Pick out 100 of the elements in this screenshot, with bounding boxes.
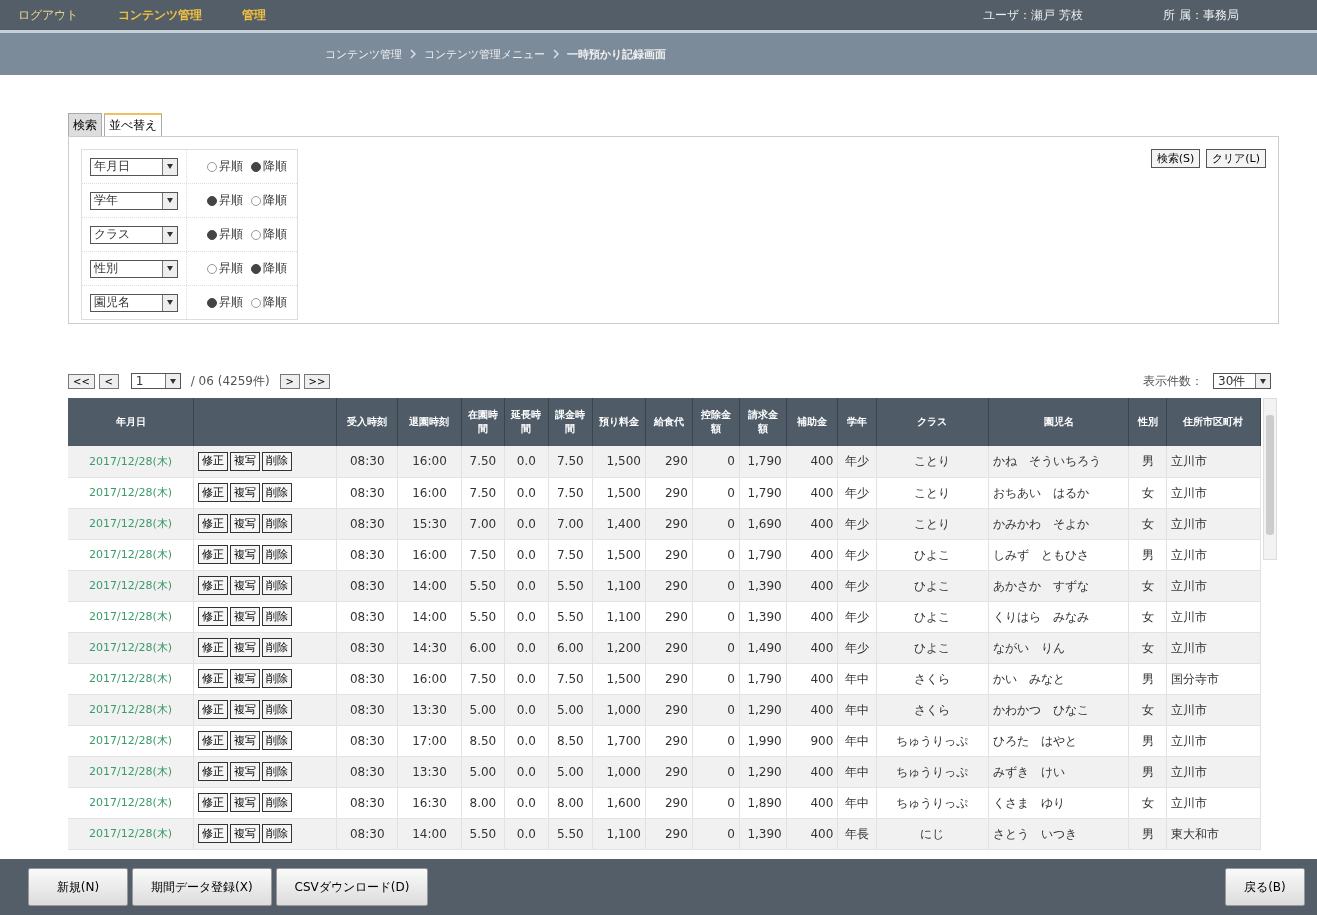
row-action-button[interactable]: 修正 (198, 576, 229, 595)
table-cell: 1,500 (592, 446, 646, 477)
table-cell: くりはら みなみ (988, 601, 1129, 632)
row-action-button[interactable]: 削除 (262, 638, 293, 657)
date-link[interactable]: 2017/12/28(木) (89, 548, 173, 561)
table-cell: 0.0 (504, 446, 548, 477)
row-action-button[interactable]: 修正 (198, 824, 229, 843)
table-cell: 0 (692, 446, 740, 477)
order-radio[interactable]: 昇順 (207, 192, 243, 209)
last-page-button[interactable]: >> (303, 373, 331, 389)
table-cell: ことり (876, 446, 989, 477)
row-action-button[interactable]: 削除 (262, 451, 293, 471)
row-action-button[interactable]: 削除 (262, 700, 293, 719)
order-radio[interactable]: 降順 (251, 294, 287, 311)
order-radio[interactable]: 降順 (251, 158, 287, 175)
back-button[interactable]: 戻る(B) (1225, 868, 1305, 906)
row-action-button[interactable]: 削除 (262, 824, 293, 843)
page-select[interactable]: 1 (130, 373, 181, 389)
order-radio[interactable]: 昇順 (207, 294, 243, 311)
table-cell: ひよこ (876, 601, 989, 632)
row-action-button[interactable]: 複写 (230, 483, 261, 502)
row-action-button[interactable]: 削除 (262, 793, 293, 812)
date-link[interactable]: 2017/12/28(木) (89, 672, 173, 685)
row-action-button[interactable]: 削除 (262, 545, 293, 564)
table-cell: 400 (786, 756, 838, 787)
table-cell: 0 (692, 787, 740, 818)
column-header: 住所市区町村 (1166, 398, 1261, 446)
table-cell: 0.0 (504, 601, 548, 632)
order-radio[interactable]: 昇順 (207, 260, 243, 277)
order-radio[interactable]: 降順 (251, 192, 287, 209)
row-action-button[interactable]: 複写 (230, 731, 261, 750)
date-link[interactable]: 2017/12/28(木) (89, 734, 173, 747)
order-radio[interactable]: 降順 (251, 226, 287, 243)
row-action-button[interactable]: 修正 (198, 638, 229, 657)
column-header: 受入時刻 (336, 398, 398, 446)
row-action-button[interactable]: 削除 (262, 669, 293, 688)
row-action-button[interactable]: 複写 (230, 762, 261, 781)
sort-field-select[interactable]: 学年 (90, 191, 178, 210)
tab[interactable]: 検索 (68, 113, 102, 136)
table-cell: あかさか すずな (988, 570, 1129, 601)
table-cell: 7.50 (461, 539, 505, 570)
row-action-button[interactable]: 複写 (230, 607, 261, 626)
table-cell: 国分寺市 (1166, 663, 1261, 694)
table-cell: 立川市 (1166, 725, 1261, 756)
row-action-button[interactable]: 複写 (230, 669, 261, 688)
row-action-button[interactable]: 修正 (198, 793, 229, 812)
row-action-button[interactable]: 複写 (230, 545, 261, 564)
order-radio[interactable]: 昇順 (207, 226, 243, 243)
date-link[interactable]: 2017/12/28(木) (89, 796, 173, 809)
row-action-button[interactable]: 複写 (230, 824, 261, 843)
order-radio[interactable]: 昇順 (207, 158, 243, 175)
row-action-button[interactable]: 修正 (198, 545, 229, 564)
panel-button[interactable]: 検索(S) (1150, 149, 1201, 168)
row-action-button[interactable]: 修正 (198, 669, 229, 688)
table-cell: 400 (786, 818, 838, 849)
header-link[interactable]: 管理 (242, 6, 266, 24)
row-action-button[interactable]: 削除 (262, 576, 293, 595)
row-action-button[interactable]: 複写 (230, 576, 261, 595)
row-action-button[interactable]: 複写 (230, 700, 261, 719)
row-action-button[interactable]: 修正 (198, 731, 229, 750)
row-action-button[interactable]: 複写 (230, 514, 261, 533)
table-cell: さくら (876, 663, 989, 694)
column-header: 預り料金 (592, 398, 646, 446)
sort-field-select[interactable]: 園児名 (90, 293, 178, 312)
row-action-button[interactable]: 複写 (230, 638, 261, 657)
header-link[interactable]: コンテンツ管理 (118, 6, 202, 24)
footer-button[interactable]: 新規(N) (28, 868, 128, 906)
row-action-button[interactable]: 修正 (198, 514, 229, 533)
sort-field-select[interactable]: 年月日 (90, 157, 178, 176)
row-action-button[interactable]: 複写 (230, 451, 261, 471)
header-link[interactable]: ログアウト (18, 6, 78, 24)
panel-button[interactable]: クリア(L) (1206, 149, 1266, 168)
order-radio[interactable]: 降順 (251, 260, 287, 277)
row-action-button[interactable]: 修正 (198, 451, 229, 471)
table-cell: 7.50 (548, 446, 593, 477)
row-action-button[interactable]: 削除 (262, 762, 293, 781)
row-action-button[interactable]: 修正 (198, 700, 229, 719)
row-action-button[interactable]: 修正 (198, 607, 229, 626)
date-link[interactable]: 2017/12/28(木) (89, 610, 173, 623)
date-link[interactable]: 2017/12/28(木) (89, 486, 173, 499)
table-cell: 8.50 (548, 725, 593, 756)
tab[interactable]: 並べ替え (104, 113, 162, 136)
per-page-select[interactable]: 30件 (1213, 373, 1271, 389)
prev-page-button[interactable]: < (98, 373, 119, 389)
row-action-button[interactable]: 削除 (262, 514, 293, 533)
row-action-button[interactable]: 削除 (262, 607, 293, 626)
table-cell: 8.00 (548, 787, 593, 818)
footer-button[interactable]: CSVダウンロード(D) (275, 868, 429, 906)
row-action-button[interactable]: 削除 (262, 483, 293, 502)
row-action-button[interactable]: 削除 (262, 731, 293, 750)
next-page-button[interactable]: > (279, 373, 300, 389)
row-action-button[interactable]: 修正 (198, 483, 229, 502)
scrollbar[interactable] (1263, 398, 1277, 560)
sort-field-select[interactable]: クラス (90, 225, 178, 244)
scroll-thumb[interactable] (1266, 415, 1274, 535)
first-page-button[interactable]: << (68, 373, 95, 389)
row-action-button[interactable]: 修正 (198, 762, 229, 781)
sort-field-select[interactable]: 性別 (90, 259, 178, 278)
row-action-button[interactable]: 複写 (230, 793, 261, 812)
footer-button[interactable]: 期間データ登録(X) (132, 868, 272, 906)
